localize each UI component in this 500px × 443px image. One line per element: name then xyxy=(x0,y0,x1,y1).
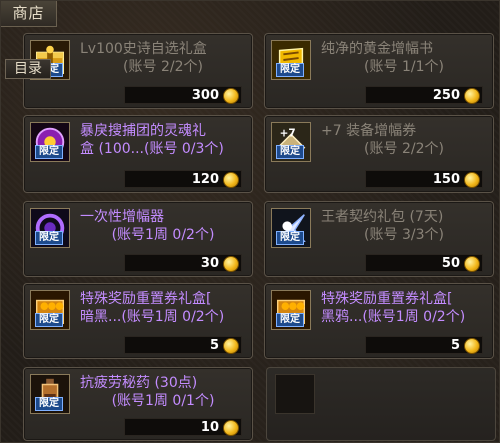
empty-shop-slot xyxy=(266,367,496,441)
gold-book-icon: 限定 xyxy=(271,40,311,80)
shop-item-card[interactable]: 限定 特殊奖励重置券礼盒[ 暗黑...(账号1周 0/2个) 5 xyxy=(23,283,253,359)
limited-badge: 限定 xyxy=(35,313,63,327)
svg-text:+7: +7 xyxy=(280,127,296,139)
limited-badge: 限定 xyxy=(276,145,304,159)
potion-icon: 限定 xyxy=(30,374,70,414)
shop-item-card[interactable]: 限定 王者契约礼包 (7天) (账号 3/3个) 50 xyxy=(264,201,494,277)
item-price: 30 xyxy=(200,256,219,271)
price-bar: 50 xyxy=(365,254,483,272)
shop-item-card[interactable]: 限定 特殊奖励重置券礼盒[ 黑鸦...(账号1周 0/2个) 5 xyxy=(264,283,494,359)
shop-item-card[interactable]: 限定 纯净的黄金增幅书 (账号 1/1个) 250 xyxy=(264,33,494,109)
item-limit: (账号 3/3个) xyxy=(364,227,444,243)
gold-coin-icon xyxy=(223,338,239,354)
shop-item-card[interactable]: 限定 一次性增幅器 (账号1周 0/2个) 30 xyxy=(23,201,253,277)
shop-item-card[interactable]: 限定 抗疲劳秘药 (30点) (账号1周 0/1个) 10 xyxy=(23,367,253,441)
price-bar: 300 xyxy=(124,86,242,104)
price-bar: 150 xyxy=(365,170,483,188)
item-name: 一次性增幅器 xyxy=(80,209,164,225)
price-bar: 120 xyxy=(124,170,242,188)
reset-box-icon: 限定 xyxy=(30,290,70,330)
limited-badge: 限定 xyxy=(276,231,304,245)
item-price: 50 xyxy=(441,256,460,271)
window-title: 商店 xyxy=(1,1,57,27)
item-limit: 盒 (100...(账号 0/3个) xyxy=(80,141,224,157)
price-bar: 5 xyxy=(365,336,483,354)
shop-item-card[interactable]: +7 限定 +7 装备增幅券 (账号 2/2个) 150 xyxy=(264,115,494,193)
limited-badge: 限定 xyxy=(35,145,63,159)
gold-coin-icon xyxy=(223,88,239,104)
limited-badge: 限定 xyxy=(35,397,63,411)
price-bar: 30 xyxy=(124,254,242,272)
amplify-ticket-icon: +7 限定 xyxy=(271,122,311,162)
item-name: 王者契约礼包 (7天) xyxy=(321,209,444,225)
item-limit: (账号 2/2个) xyxy=(123,59,203,75)
shop-item-card[interactable]: 限定 暴戾搜捕团的灵魂礼 盒 (100...(账号 0/3个) 120 xyxy=(23,115,253,193)
item-price: 10 xyxy=(200,420,219,435)
item-name: 暴戾搜捕团的灵魂礼 xyxy=(80,123,206,139)
item-price: 150 xyxy=(432,172,460,187)
item-limit: (账号 2/2个) xyxy=(364,141,444,157)
price-bar: 10 xyxy=(124,418,242,436)
limited-badge: 限定 xyxy=(35,231,63,245)
item-price: 300 xyxy=(191,88,219,103)
item-limit: 暗黑...(账号1周 0/2个) xyxy=(80,309,225,325)
gold-coin-icon xyxy=(464,256,480,272)
reset-box-icon: 限定 xyxy=(271,290,311,330)
item-name: 特殊奖励重置券礼盒[ xyxy=(80,291,212,307)
gold-coin-icon xyxy=(223,420,239,436)
item-name: +7 装备增幅券 xyxy=(321,123,417,139)
item-limit: (账号1周 0/1个) xyxy=(111,393,215,409)
contract-pack-icon: 限定 xyxy=(271,208,311,248)
item-price: 5 xyxy=(450,338,460,353)
item-limit: (账号1周 0/2个) xyxy=(111,227,215,243)
gold-coin-icon xyxy=(223,256,239,272)
price-bar: 5 xyxy=(124,336,242,354)
gold-coin-icon xyxy=(464,338,480,354)
limited-badge: 限定 xyxy=(276,313,304,327)
gold-coin-icon xyxy=(464,172,480,188)
limited-badge: 限定 xyxy=(276,63,304,77)
shop-item-card[interactable]: 限定 Lv100史诗自选礼盒 (账号 2/2个) 300 xyxy=(23,33,253,109)
item-name: Lv100史诗自选礼盒 xyxy=(80,41,207,57)
catalog-button[interactable]: 目录 xyxy=(5,59,51,79)
item-name: 纯净的黄金增幅书 xyxy=(321,41,433,57)
item-price: 120 xyxy=(191,172,219,187)
item-price: 5 xyxy=(209,338,219,353)
soul-box-icon: 限定 xyxy=(30,122,70,162)
item-name: 抗疲劳秘药 (30点) xyxy=(80,375,198,391)
item-limit: 黑鸦...(账号1周 0/2个) xyxy=(321,309,466,325)
empty-item-frame xyxy=(275,374,315,414)
price-bar: 250 xyxy=(365,86,483,104)
shop-window: 商店 限定 Lv100史诗自选礼盒 (账号 2/2个) 300 目录 xyxy=(0,0,500,443)
gold-coin-icon xyxy=(464,88,480,104)
item-price: 250 xyxy=(432,88,460,103)
gold-coin-icon xyxy=(223,172,239,188)
item-limit: (账号 1/1个) xyxy=(364,59,444,75)
item-name: 特殊奖励重置券礼盒[ xyxy=(321,291,453,307)
amplifier-icon: 限定 xyxy=(30,208,70,248)
